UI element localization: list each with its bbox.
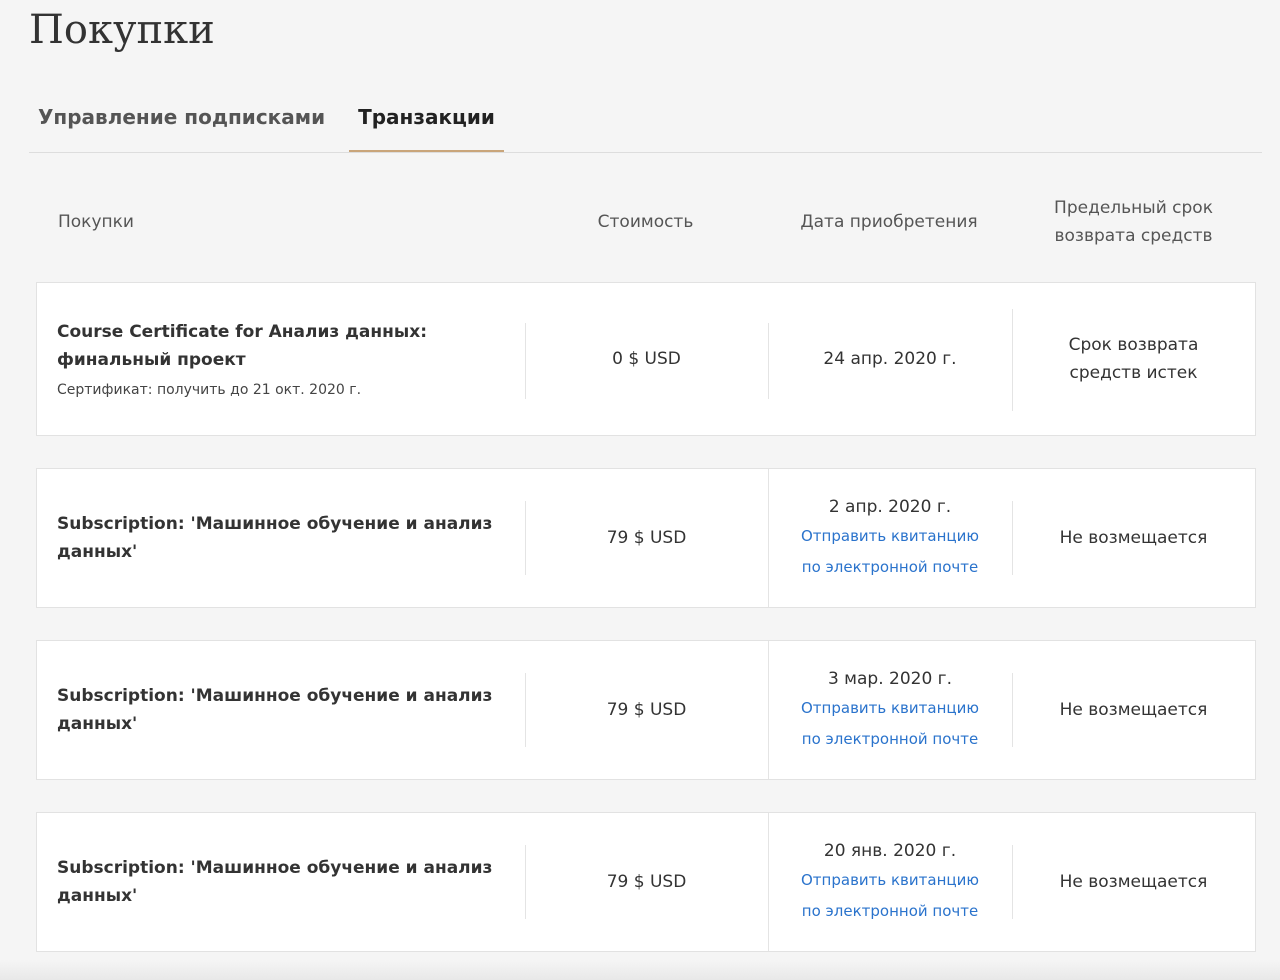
email-receipt-link[interactable]: Отправить квитанцию по электронной почте bbox=[800, 693, 980, 755]
cost-value: 79 $ USD bbox=[606, 700, 687, 720]
tab-bar: Управление подписками Транзакции bbox=[29, 88, 1262, 153]
email-receipt-link[interactable]: Отправить квитанцию по электронной почте bbox=[800, 865, 980, 927]
date-cell: 24 апр. 2020 г. bbox=[768, 283, 1012, 435]
column-header-cost: Стоимость bbox=[597, 212, 694, 232]
column-header-purchase: Покупки bbox=[58, 212, 134, 232]
transaction-row: Subscription: 'Машинное обучение и анали… bbox=[36, 812, 1256, 952]
column-header-refund-deadline: Предельный срок возврата средств bbox=[1054, 198, 1213, 246]
refund-cell: Не возмещается bbox=[1012, 469, 1255, 607]
cost-cell: 0 $ USD bbox=[525, 283, 768, 435]
date-cell: 3 мар. 2020 г. Отправить квитанцию по эл… bbox=[768, 641, 1012, 779]
purchase-name: Subscription: 'Машинное обучение и анали… bbox=[57, 686, 493, 734]
cost-cell: 79 $ USD bbox=[525, 469, 768, 607]
purchase-name: Course Certificate for Анализ данных: фи… bbox=[57, 322, 428, 370]
email-receipt-link[interactable]: Отправить квитанцию по электронной почте bbox=[800, 521, 980, 583]
table-header: Покупки Стоимость Дата приобретения Пред… bbox=[36, 190, 1256, 254]
refund-status: Срок возврата средств истек bbox=[1068, 335, 1199, 383]
certificate-deadline: Сертификат: получить до 21 окт. 2020 г. bbox=[57, 382, 362, 398]
cost-value: 79 $ USD bbox=[606, 872, 687, 892]
purchase-cell: Course Certificate for Анализ данных: фи… bbox=[57, 283, 517, 435]
refund-status: Не возмещается bbox=[1059, 872, 1208, 892]
purchase-cell: Subscription: 'Машинное обучение и анали… bbox=[57, 641, 517, 779]
cost-value: 79 $ USD bbox=[606, 528, 687, 548]
purchase-name: Subscription: 'Машинное обучение и анали… bbox=[57, 514, 493, 562]
refund-status: Не возмещается bbox=[1059, 528, 1208, 548]
tab-transactions[interactable]: Транзакции bbox=[349, 88, 504, 152]
date-cell: 2 апр. 2020 г. Отправить квитанцию по эл… bbox=[768, 469, 1012, 607]
transaction-row: Subscription: 'Машинное обучение и анали… bbox=[36, 468, 1256, 608]
transaction-row: Subscription: 'Машинное обучение и анали… bbox=[36, 640, 1256, 780]
purchase-date: 3 мар. 2020 г. bbox=[827, 669, 953, 689]
transaction-row: Course Certificate for Анализ данных: фи… bbox=[36, 282, 1256, 436]
purchase-cell: Subscription: 'Машинное обучение и анали… bbox=[57, 469, 517, 607]
purchase-date: 20 янв. 2020 г. bbox=[823, 841, 957, 861]
refund-cell: Не возмещается bbox=[1012, 813, 1255, 951]
column-header-date: Дата приобретения bbox=[800, 212, 978, 232]
refund-cell: Срок возврата средств истек bbox=[1012, 283, 1255, 435]
cost-cell: 79 $ USD bbox=[525, 641, 768, 779]
purchase-cell: Subscription: 'Машинное обучение и анали… bbox=[57, 813, 517, 951]
tab-manage-subscriptions[interactable]: Управление подписками bbox=[38, 88, 325, 151]
refund-status: Не возмещается bbox=[1059, 700, 1208, 720]
purchase-date: 2 апр. 2020 г. bbox=[828, 497, 952, 517]
date-cell: 20 янв. 2020 г. Отправить квитанцию по э… bbox=[768, 813, 1012, 951]
bottom-shadow bbox=[0, 960, 1280, 980]
purchase-date: 24 апр. 2020 г. bbox=[823, 349, 957, 369]
purchase-name: Subscription: 'Машинное обучение и анали… bbox=[57, 858, 493, 906]
refund-cell: Не возмещается bbox=[1012, 641, 1255, 779]
cost-cell: 79 $ USD bbox=[525, 813, 768, 951]
cost-value: 0 $ USD bbox=[612, 349, 681, 369]
page-title: Покупки bbox=[29, 7, 215, 53]
